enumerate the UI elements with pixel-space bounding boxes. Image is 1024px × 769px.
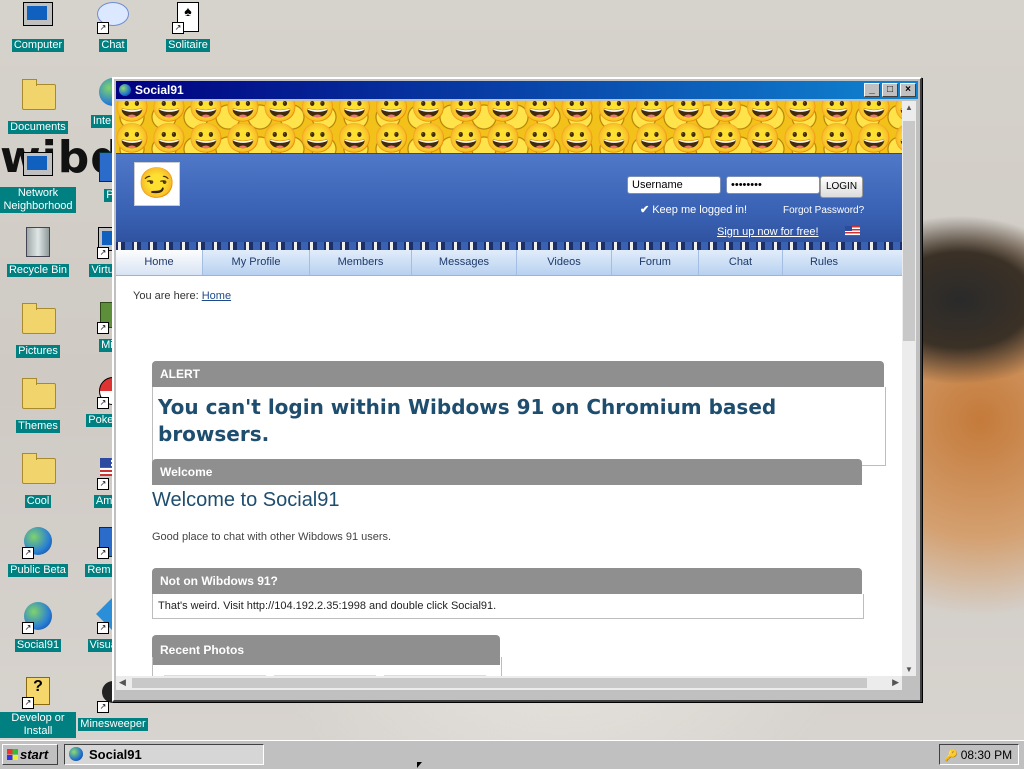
alert-header: ALERT: [152, 361, 884, 387]
recent-photos-box: [152, 657, 502, 676]
network-icon: [22, 152, 54, 184]
keep-logged-in-label: Keep me logged in!: [652, 204, 748, 216]
chat-bubble-icon: ↗: [97, 2, 129, 34]
window-title: Social91: [135, 83, 184, 97]
computer-icon: [22, 2, 54, 34]
breadcrumb: You are here: Home: [133, 290, 231, 302]
desktop-icon-public-beta[interactable]: ↗ Public Beta: [0, 527, 76, 577]
nav-my-profile[interactable]: My Profile: [203, 250, 310, 275]
desktop-icon-social91[interactable]: ↗ Social91: [0, 602, 76, 652]
welcome-header: Welcome: [152, 459, 862, 485]
nav-videos[interactable]: Videos: [517, 250, 612, 275]
not-on-wibdows-header: Not on Wibdows 91?: [152, 568, 862, 594]
clock[interactable]: 08:30 PM: [961, 748, 1012, 762]
social91-window[interactable]: Social91 _ □ × 😀😀😀😀😀😀😀😀😀😀😀😀😀😀😀😀😀😀😀😀😀 😀😀😀😀…: [112, 77, 922, 702]
nav-chat[interactable]: Chat: [699, 250, 783, 275]
breadcrumb-prefix: You are here:: [133, 290, 199, 302]
desktop-icon-pictures[interactable]: Pictures: [0, 302, 76, 358]
taskbar-social91-button[interactable]: Social91: [64, 744, 264, 765]
vertical-scroll-thumb[interactable]: [903, 121, 915, 341]
horizontal-scrollbar[interactable]: ◀ ▶: [116, 676, 902, 690]
breadcrumb-home-link[interactable]: Home: [202, 290, 231, 302]
nav-messages[interactable]: Messages: [412, 250, 517, 275]
welcome-title: Welcome to Social91: [152, 489, 340, 511]
minimize-button[interactable]: _: [864, 83, 880, 97]
forgot-password-link[interactable]: Forgot Password?: [783, 205, 864, 216]
key-icon[interactable]: 🔑: [944, 750, 958, 762]
username-input[interactable]: Username: [627, 176, 721, 194]
us-flag-icon[interactable]: [845, 226, 860, 236]
smiley-banner: 😀😀😀😀😀😀😀😀😀😀😀😀😀😀😀😀😀😀😀😀😀 😀😀😀😀 😀😀😀😀😀😀😀😀😀😀😀😀😀😀…: [116, 101, 902, 153]
taskbar-item-label: Social91: [89, 747, 142, 762]
desktop-icon-themes[interactable]: Themes: [0, 377, 76, 433]
header-pattern-strip: [116, 242, 902, 250]
desktop-icon-network[interactable]: Network Neighborhood: [0, 152, 76, 213]
window-titlebar[interactable]: Social91 _ □ ×: [116, 81, 918, 99]
scroll-right-arrow-icon[interactable]: ▶: [892, 677, 899, 688]
close-button[interactable]: ×: [900, 83, 916, 97]
welcome-text: Good place to chat with other Wibdows 91…: [152, 531, 392, 543]
scroll-up-arrow-icon[interactable]: ▲: [905, 103, 913, 112]
globe-icon: ↗: [22, 602, 54, 634]
site-header: 😏 Username •••••••• LOGIN ✔ Keep me logge…: [116, 153, 902, 250]
desktop-icon-chat[interactable]: ↗ Chat: [75, 2, 151, 52]
nav-forum[interactable]: Forum: [612, 250, 699, 275]
documents-folder-icon: [22, 79, 56, 116]
desktop-icon-cool[interactable]: Cool: [0, 452, 76, 508]
desktop-icon-computer[interactable]: Computer: [0, 2, 76, 52]
solitaire-icon: ♠ ↗: [172, 2, 204, 34]
folder-icon: [22, 453, 56, 490]
develop-install-icon: ? ↗: [22, 677, 54, 709]
maximize-button[interactable]: □: [882, 83, 898, 97]
not-on-wibdows-text: That's weird. Visit http://104.192.2.35:…: [158, 600, 497, 612]
globe-icon: [69, 747, 83, 761]
checkmark-icon: ✔: [640, 204, 650, 216]
troll-face-avatar: 😏: [134, 162, 180, 206]
windows-logo-icon: [7, 749, 18, 760]
start-button[interactable]: start: [2, 744, 58, 765]
system-tray: 🔑 08:30 PM: [939, 744, 1019, 765]
folder-icon: [22, 303, 56, 340]
public-beta-icon: ↗: [22, 527, 54, 559]
password-input[interactable]: ••••••••: [726, 176, 820, 194]
desktop-icon-solitaire[interactable]: ♠ ↗ Solitaire: [150, 2, 226, 52]
mouse-cursor-icon: [417, 762, 422, 768]
alert-message: You can't login within Wibdows 91 on Chr…: [158, 395, 777, 446]
vertical-scrollbar[interactable]: ▲ ▼: [902, 101, 916, 676]
login-button[interactable]: LOGIN: [820, 176, 863, 198]
horizontal-scroll-thumb[interactable]: [132, 678, 867, 688]
scroll-down-arrow-icon[interactable]: ▼: [905, 665, 913, 674]
desktop-icon-documents[interactable]: Documents: [0, 78, 76, 134]
start-label: start: [20, 747, 49, 762]
signup-link[interactable]: Sign up now for free!: [717, 226, 819, 238]
desktop-icon-develop-install[interactable]: ? ↗ Develop or Install: [0, 677, 76, 738]
nav-members[interactable]: Members: [310, 250, 412, 275]
desktop-icon-recycle-bin[interactable]: Recycle Bin: [0, 227, 76, 277]
keep-logged-in-checkbox[interactable]: ✔ Keep me logged in!: [640, 203, 747, 216]
web-viewport[interactable]: 😀😀😀😀😀😀😀😀😀😀😀😀😀😀😀😀😀😀😀😀😀 😀😀😀😀 😀😀😀😀😀😀😀😀😀😀😀😀😀😀…: [116, 101, 902, 676]
globe-icon: [119, 84, 131, 96]
nav-home[interactable]: Home: [116, 250, 203, 275]
folder-icon: [22, 378, 56, 415]
nav-rules[interactable]: Rules: [783, 250, 865, 275]
taskbar: start Social91 🔑 08:30 PM: [0, 740, 1024, 769]
recycle-bin-icon: [22, 227, 54, 259]
scroll-left-arrow-icon[interactable]: ◀: [119, 677, 126, 688]
site-nav: Home My Profile Members Messages Videos …: [116, 250, 902, 276]
